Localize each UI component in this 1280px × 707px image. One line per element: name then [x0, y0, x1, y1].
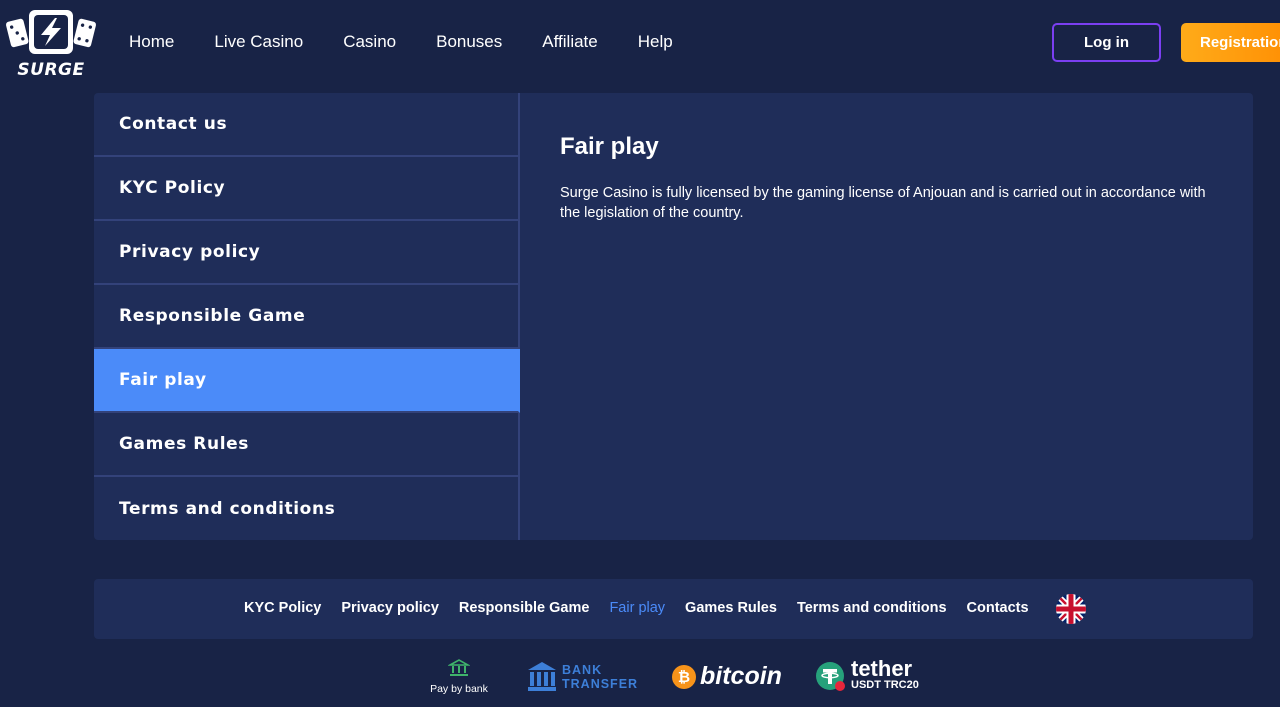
page-title: Fair play [560, 133, 659, 160]
login-button[interactable]: Log in [1052, 23, 1161, 62]
info-sidebar: Contact us KYC Policy Privacy policy Res… [94, 93, 520, 540]
tether-label: tether [851, 656, 913, 681]
info-panel: Contact us KYC Policy Privacy policy Res… [94, 93, 1253, 540]
bitcoin-logo: ₿ bitcoin [672, 662, 782, 694]
bitcoin-label: bitcoin [700, 662, 782, 690]
tether-icon [816, 662, 845, 691]
nav-affiliate[interactable]: Affiliate [542, 32, 597, 52]
footer-link-privacy-policy[interactable]: Privacy policy [341, 600, 439, 616]
uk-flag-icon[interactable] [1056, 594, 1086, 624]
sidebar-item-responsible-game[interactable]: Responsible Game [94, 285, 520, 349]
tether-logo: tether USDT TRC20 [815, 656, 935, 699]
sidebar-item-terms-and-conditions[interactable]: Terms and conditions [94, 477, 520, 540]
surge-logo[interactable]: SURGE [5, 8, 97, 80]
footer-link-kyc-policy[interactable]: KYC Policy [244, 600, 321, 616]
footer-links-bar: KYC Policy Privacy policy Responsible Ga… [94, 579, 1253, 639]
pay-by-bank-label: Pay by bank [430, 683, 488, 695]
svg-text:₿: ₿ [678, 668, 690, 686]
bitcoin-icon: ₿ [672, 665, 696, 689]
footer-link-responsible-game[interactable]: Responsible Game [459, 600, 590, 616]
bank-transfer-line2: TRANSFER [562, 677, 639, 691]
sidebar-item-kyc-policy[interactable]: KYC Policy [94, 157, 520, 221]
bank-columns-icon [528, 662, 556, 691]
content-body: Surge Casino is fully licensed by the ga… [560, 185, 1206, 221]
sidebar-item-contact-us[interactable]: Contact us [94, 93, 520, 157]
bank-transfer-line1: BANK [562, 663, 603, 677]
site-header: SURGE Home Live Casino Casino Bonuses Af… [0, 0, 1280, 84]
sidebar-item-privacy-policy[interactable]: Privacy policy [94, 221, 520, 285]
nav-bonuses[interactable]: Bonuses [436, 32, 502, 52]
bank-transfer-logo: BANK TRANSFER [527, 661, 647, 695]
registration-button[interactable]: Registration [1181, 23, 1280, 62]
content-area: Fair play Surge Casino is fully licensed… [560, 133, 1220, 223]
footer-link-contacts[interactable]: Contacts [967, 600, 1029, 616]
dice-cards-icon [6, 10, 96, 54]
footer-nav: KYC Policy Privacy policy Responsible Ga… [244, 600, 1049, 616]
nav-help[interactable]: Help [638, 32, 673, 52]
nav-live-casino[interactable]: Live Casino [214, 32, 303, 52]
footer-link-fair-play[interactable]: Fair play [609, 600, 665, 616]
footer-link-games-rules[interactable]: Games Rules [685, 600, 777, 616]
bank-building-icon [446, 659, 472, 676]
nav-casino[interactable]: Casino [343, 32, 396, 52]
nav-home[interactable]: Home [129, 32, 174, 52]
payment-methods: Pay by bank BANK TRANSFER ₿ bitcoin teth… [0, 650, 1280, 707]
sidebar-item-fair-play[interactable]: Fair play [94, 349, 520, 413]
logo-wordmark: SURGE [17, 60, 85, 80]
pay-by-bank-logo: Pay by bank [427, 658, 491, 695]
sidebar-item-games-rules[interactable]: Games Rules [94, 413, 520, 477]
tether-sub-label: USDT TRC20 [851, 679, 919, 691]
footer-link-terms-and-conditions[interactable]: Terms and conditions [797, 600, 947, 616]
main-nav: Home Live Casino Casino Bonuses Affiliat… [129, 32, 713, 52]
